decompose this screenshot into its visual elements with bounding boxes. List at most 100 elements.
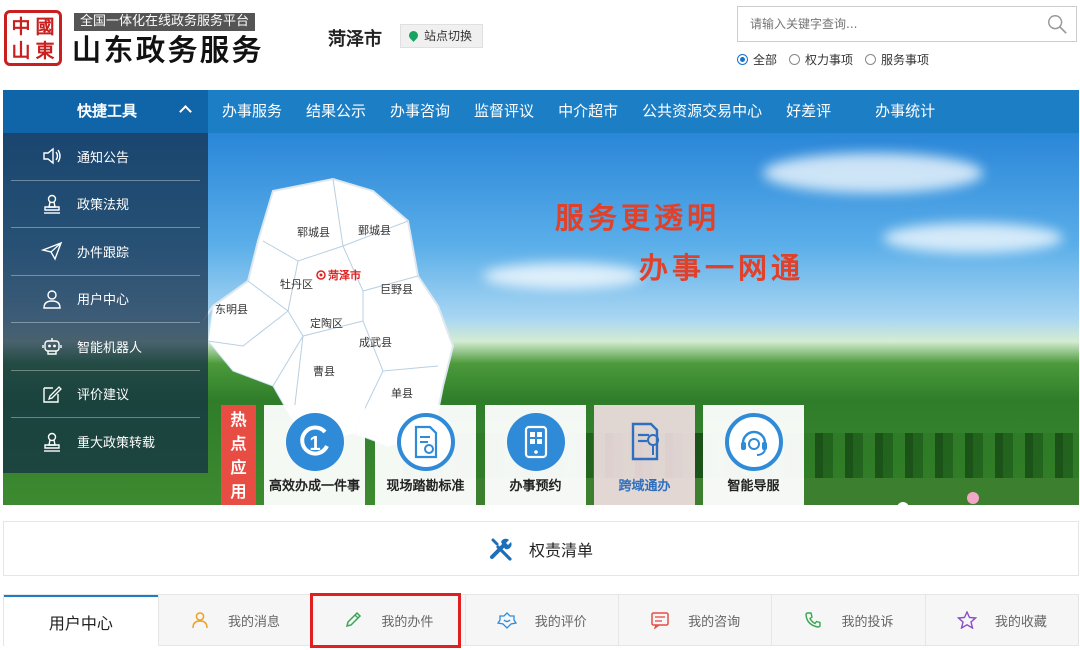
- stamp-icon: [41, 431, 63, 453]
- tablet-icon: [506, 413, 565, 471]
- robot-icon: [41, 335, 63, 357]
- svg-text:1: 1: [309, 433, 320, 455]
- badge-icon: [496, 610, 517, 630]
- side-item-label: 评价建议: [77, 388, 130, 404]
- scope-radio-all[interactable]: 全部: [737, 51, 777, 68]
- scope-label: 全部: [753, 53, 778, 67]
- side-item-robot[interactable]: 智能机器人: [11, 323, 200, 371]
- pencil-icon: [343, 610, 363, 630]
- nav-item-agency[interactable]: 中介超市: [546, 90, 630, 133]
- tools-icon: [489, 538, 512, 561]
- map-label-district: 东明县: [215, 303, 248, 316]
- side-item-label: 政策法规: [77, 198, 130, 214]
- tab-my-messages[interactable]: 我的消息: [157, 595, 312, 645]
- nav-item-supervise[interactable]: 监督评议: [462, 90, 546, 133]
- seal-char: 東: [35, 40, 55, 62]
- nav-item-public-resource[interactable]: 公共资源交易中心: [630, 90, 774, 133]
- stamp-icon: [41, 193, 63, 215]
- site-logo-seal[interactable]: 中 國 山 東: [4, 10, 62, 66]
- search-icon[interactable]: [1046, 13, 1068, 35]
- search-input[interactable]: [738, 7, 1038, 41]
- side-item-tracking[interactable]: 办件跟踪: [11, 228, 200, 276]
- current-city: 菏泽市: [328, 29, 382, 50]
- tab-my-favorites[interactable]: 我的收藏: [924, 595, 1079, 645]
- side-item-label: 重大政策转载: [77, 436, 156, 452]
- tab-my-cases[interactable]: 我的办件: [311, 595, 465, 645]
- hot-app-smart-guide[interactable]: 智能导服: [703, 405, 804, 505]
- side-item-major-policy[interactable]: 重大政策转载: [11, 418, 200, 466]
- cloud-decoration: [483, 263, 643, 289]
- cloud-decoration: [763, 153, 983, 193]
- map-label-district: 巨野县: [380, 283, 413, 296]
- tab-label: 我的投诉: [841, 614, 894, 630]
- side-item-policy[interactable]: 政策法规: [11, 181, 200, 228]
- hot-app-label: 智能导服: [727, 479, 780, 494]
- side-item-feedback[interactable]: 评价建议: [11, 371, 200, 418]
- nav-item-rating[interactable]: 好差评: [774, 90, 863, 133]
- map-label-capital: 菏泽市: [328, 269, 361, 282]
- one-stop-icon: 1: [285, 413, 344, 471]
- hot-app-site-survey[interactable]: 现场踏勘标准: [375, 405, 476, 505]
- user-outline-icon: [190, 610, 210, 630]
- tab-my-reviews[interactable]: 我的评价: [464, 595, 618, 645]
- platform-tagline: 全国一体化在线政务服务平台: [74, 13, 256, 31]
- map-label-district: 成武县: [359, 336, 392, 349]
- hot-app-one-stop[interactable]: 1 高效办成一件事: [264, 405, 365, 505]
- radio-icon: [737, 54, 748, 65]
- nav-item-service[interactable]: 办事服务: [208, 90, 294, 133]
- document-location-icon: [616, 413, 674, 471]
- edit-icon: [41, 383, 63, 405]
- side-item-label: 办件跟踪: [77, 245, 130, 261]
- speaker-icon: [41, 145, 63, 167]
- rights-list-label: 权责清单: [528, 540, 593, 560]
- cloud-decoration: [883, 223, 1063, 253]
- radio-icon: [789, 54, 801, 65]
- quick-tools-label: 快捷工具: [77, 102, 138, 120]
- side-item-label: 用户中心: [77, 293, 130, 309]
- map-label-district: 曹县: [313, 365, 335, 378]
- headset-icon: [724, 413, 783, 471]
- hero-banner: 服务更透明 办事一网通 菏泽市 郓城县 鄄城县 牡丹区 巨野县 东明县 定陶区 …: [3, 133, 1079, 505]
- hot-label-text: 热点应用: [230, 410, 247, 501]
- quick-tools-menu: 通知公告 政策法规 办件跟踪 用户中心 智能机器人 评价建议 重大政策转载: [3, 133, 208, 473]
- map-label-district: 鄄城县: [358, 224, 391, 237]
- tab-my-consults[interactable]: 我的咨询: [617, 595, 772, 645]
- hot-app-cross-region[interactable]: 跨域通办: [594, 405, 695, 505]
- hot-app-label: 办事预约: [509, 479, 562, 494]
- tab-label: 我的评价: [534, 614, 587, 630]
- scope-label: 服务事项: [881, 53, 930, 67]
- nav-item-results[interactable]: 结果公示: [294, 90, 378, 133]
- paper-plane-icon: [41, 240, 63, 262]
- side-item-notice[interactable]: 通知公告: [11, 133, 200, 181]
- slogan-transparent: 服务更透明: [555, 201, 721, 235]
- site-brand-title[interactable]: 山东政务服务: [72, 33, 264, 67]
- tab-label: 我的消息: [227, 614, 280, 630]
- site-switch-button[interactable]: 站点切换: [400, 24, 484, 48]
- nav-item-statistics[interactable]: 办事统计: [863, 90, 947, 133]
- side-item-label: 智能机器人: [77, 340, 143, 356]
- side-item-user-center[interactable]: 用户中心: [11, 276, 200, 323]
- tab-my-complaints[interactable]: 我的投诉: [771, 595, 925, 645]
- scope-radio-power[interactable]: 权力事项: [789, 51, 853, 68]
- quick-tools-toggle[interactable]: 快捷工具: [3, 90, 208, 133]
- site-switch-label: 站点切换: [424, 29, 473, 43]
- header: 中 國 山 東 全国一体化在线政务服务平台 山东政务服务 菏泽市 站点切换 全部…: [0, 0, 1080, 88]
- rights-list-button[interactable]: 权责清单: [3, 521, 1079, 576]
- map-label-district: 牡丹区: [280, 278, 313, 291]
- map-label-district: 定陶区: [310, 317, 343, 330]
- location-pin-icon: [407, 29, 420, 42]
- map-label-district: 郓城县: [297, 226, 330, 239]
- seal-char: 國: [35, 16, 55, 38]
- user-center-title[interactable]: 用户中心: [4, 595, 158, 647]
- hot-app-label: 现场踏勘标准: [386, 479, 465, 494]
- seal-char: 山: [11, 40, 31, 62]
- scope-radio-service[interactable]: 服务事项: [865, 51, 929, 68]
- hot-app-label: 跨域通办: [618, 479, 671, 494]
- side-item-label: 通知公告: [77, 150, 130, 166]
- nav-item-consult[interactable]: 办事咨询: [378, 90, 462, 133]
- scope-label: 权力事项: [805, 53, 854, 67]
- document-seal-icon: [396, 413, 455, 471]
- phone-icon: [803, 610, 823, 630]
- hot-app-appointment[interactable]: 办事预约: [485, 405, 586, 505]
- search-scope-group: 全部 权力事项 服务事项: [737, 51, 929, 68]
